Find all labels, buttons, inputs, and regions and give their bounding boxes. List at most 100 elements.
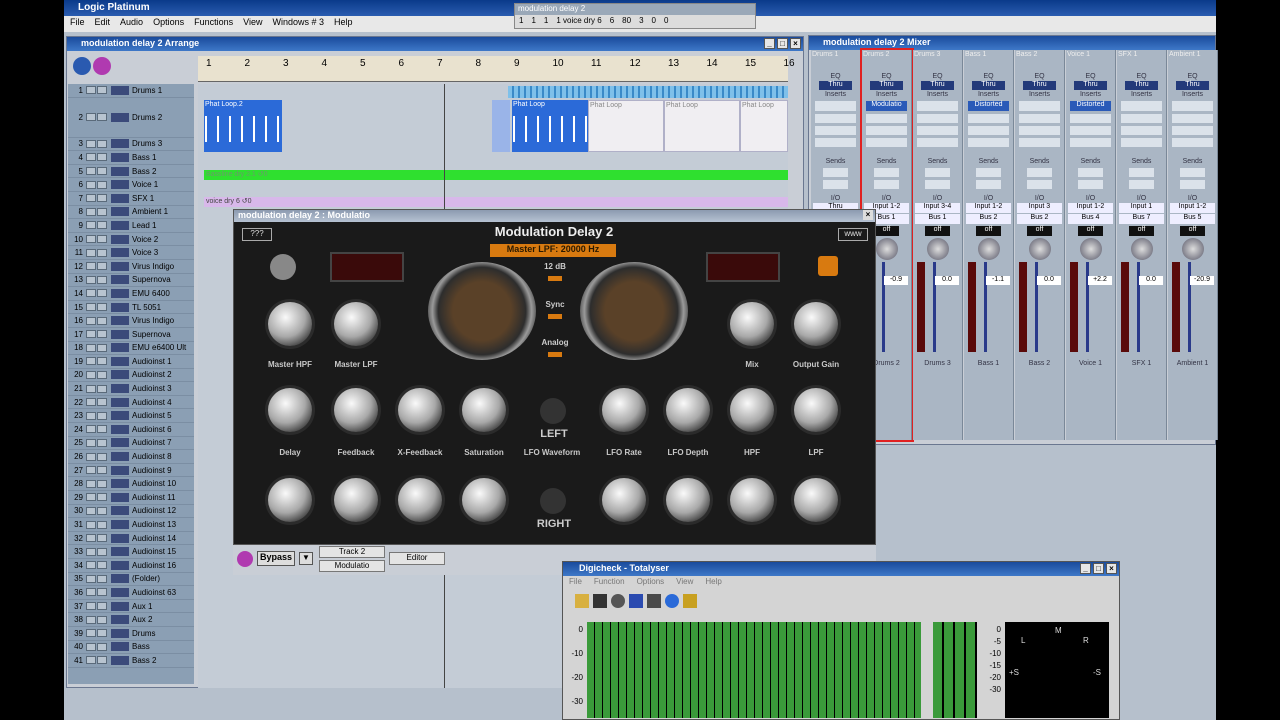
track-row[interactable]: 28 Audioinst 10 xyxy=(68,477,194,492)
switch-sync[interactable] xyxy=(548,314,562,319)
region-phat-loop-c[interactable]: Phat Loop xyxy=(664,100,740,152)
eq-icon[interactable] xyxy=(647,594,661,608)
plugin-close-button[interactable]: × xyxy=(863,210,873,220)
dc-menu-help[interactable]: Help xyxy=(705,577,721,589)
track-row[interactable]: 26 Audioinst 8 xyxy=(68,450,194,464)
track-row[interactable]: 4 Bass 1 xyxy=(68,151,194,165)
region-phat-loop-2[interactable]: Phat Loop.2 xyxy=(204,100,282,152)
insert-slots[interactable] xyxy=(1172,114,1213,148)
eq-label[interactable]: EQ xyxy=(1168,73,1217,80)
menu-windows[interactable]: Windows # 3 xyxy=(272,17,324,31)
track-row[interactable]: 3 Drums 3 xyxy=(68,138,194,152)
pan-knob[interactable] xyxy=(926,238,949,260)
mute-button[interactable] xyxy=(86,330,96,339)
switch-analog[interactable] xyxy=(548,352,562,357)
insert-slots[interactable] xyxy=(1019,114,1060,148)
input-selector[interactable]: Input 1-2 xyxy=(966,203,1011,213)
send-slots[interactable] xyxy=(925,168,950,192)
dc-menu-file[interactable]: File xyxy=(569,577,582,589)
solo-button[interactable] xyxy=(97,547,107,556)
right-delay-knob[interactable] xyxy=(268,478,312,522)
pan-knob[interactable] xyxy=(875,238,898,260)
right-saturation-knob[interactable] xyxy=(462,478,506,522)
solo-button[interactable] xyxy=(97,357,107,366)
off-button[interactable]: off xyxy=(1027,226,1052,236)
mute-button[interactable] xyxy=(86,343,96,352)
right-lfo-rate-knob[interactable] xyxy=(602,478,646,522)
pointer-tool-icon[interactable] xyxy=(73,57,91,75)
solo-button[interactable] xyxy=(97,221,107,230)
track-row[interactable]: 22 Audioinst 4 xyxy=(68,396,194,410)
send-slots[interactable] xyxy=(1027,168,1052,192)
master-hpf-knob[interactable] xyxy=(268,302,312,346)
maximize-button[interactable]: □ xyxy=(1093,563,1104,574)
mute-button[interactable] xyxy=(86,534,96,543)
mute-button[interactable] xyxy=(86,194,96,203)
mute-button[interactable] xyxy=(86,425,96,434)
mute-button[interactable] xyxy=(86,275,96,284)
link-icon[interactable] xyxy=(237,551,253,567)
eq-label[interactable]: EQ xyxy=(1015,73,1064,80)
mute-button[interactable] xyxy=(86,167,96,176)
mute-button[interactable] xyxy=(86,221,96,230)
output-selector[interactable]: Bus 5 xyxy=(1170,214,1215,224)
insert-slot[interactable]: Modulatio xyxy=(866,101,907,111)
track-row[interactable]: 24 Audioinst 6 xyxy=(68,423,194,437)
dc-menu-view[interactable]: View xyxy=(676,577,693,589)
track-row[interactable]: 5 Bass 2 xyxy=(68,165,194,179)
insert-slot[interactable]: Distorted xyxy=(968,101,1009,111)
io-thru[interactable]: Thru xyxy=(819,81,852,90)
region-phat-loop-d[interactable]: Phat Loop xyxy=(740,100,788,152)
left-lfo-rate-knob[interactable] xyxy=(602,388,646,432)
help-button[interactable]: ??? xyxy=(242,228,272,241)
mute-button[interactable] xyxy=(86,180,96,189)
mute-button[interactable] xyxy=(86,506,96,515)
solo-button[interactable] xyxy=(97,235,107,244)
mute-button[interactable] xyxy=(86,547,96,556)
right-lpf-knob[interactable] xyxy=(794,478,838,522)
mute-button[interactable] xyxy=(86,642,96,651)
power-icon[interactable] xyxy=(611,594,625,608)
track-row[interactable]: 39 Drums xyxy=(68,627,194,641)
solo-button[interactable] xyxy=(97,398,107,407)
mute-button[interactable] xyxy=(86,615,96,624)
track-row[interactable]: 19 Audioinst 1 xyxy=(68,355,194,369)
mute-button[interactable] xyxy=(86,493,96,502)
region-phat-loop-b[interactable]: Phat Loop xyxy=(588,100,664,152)
off-button[interactable]: off xyxy=(925,226,950,236)
mute-button[interactable] xyxy=(86,303,96,312)
off-button[interactable]: off xyxy=(1129,226,1154,236)
solo-button[interactable] xyxy=(97,139,107,148)
track-row[interactable]: 16 Virus Indigo xyxy=(68,314,194,328)
open-icon[interactable] xyxy=(575,594,589,608)
track-row[interactable]: 40 Bass xyxy=(68,641,194,655)
region-bassline[interactable]: Bassline dry 2.1 ↺0 xyxy=(204,170,788,180)
solo-button[interactable] xyxy=(97,86,107,95)
region-phat-loop-a[interactable]: Phat Loop xyxy=(512,100,588,152)
mute-button[interactable] xyxy=(86,629,96,638)
output-selector[interactable]: Bus 4 xyxy=(1068,214,1113,224)
left-saturation-knob[interactable] xyxy=(462,388,506,432)
help-icon[interactable] xyxy=(683,594,697,608)
dc-menu-function[interactable]: Function xyxy=(594,577,625,589)
insert-slots[interactable] xyxy=(917,114,958,148)
off-button[interactable]: off xyxy=(1180,226,1205,236)
dc-menu-options[interactable]: Options xyxy=(637,577,665,589)
insert-slot[interactable] xyxy=(917,101,958,111)
track-row[interactable]: 10 Voice 2 xyxy=(68,233,194,247)
track-row[interactable]: 13 Supernova xyxy=(68,274,194,288)
track-row[interactable]: 6 Voice 1 xyxy=(68,178,194,192)
mute-button[interactable] xyxy=(86,452,96,461)
track-row[interactable]: 37 Aux 1 xyxy=(68,600,194,614)
insert-slots[interactable] xyxy=(1070,114,1111,148)
solo-button[interactable] xyxy=(97,615,107,624)
track-row[interactable]: 32 Audioinst 14 xyxy=(68,532,194,546)
eq-label[interactable]: EQ xyxy=(913,73,962,80)
left-x-feedback-knob[interactable] xyxy=(398,388,442,432)
left-delay-knob[interactable] xyxy=(268,388,312,432)
solo-button[interactable] xyxy=(97,520,107,529)
track-row[interactable]: 9 Lead 1 xyxy=(68,219,194,233)
slot-selector[interactable]: Modulatio xyxy=(319,560,385,572)
minimize-button[interactable]: _ xyxy=(764,38,775,49)
track-row[interactable]: 25 Audioinst 7 xyxy=(68,437,194,451)
